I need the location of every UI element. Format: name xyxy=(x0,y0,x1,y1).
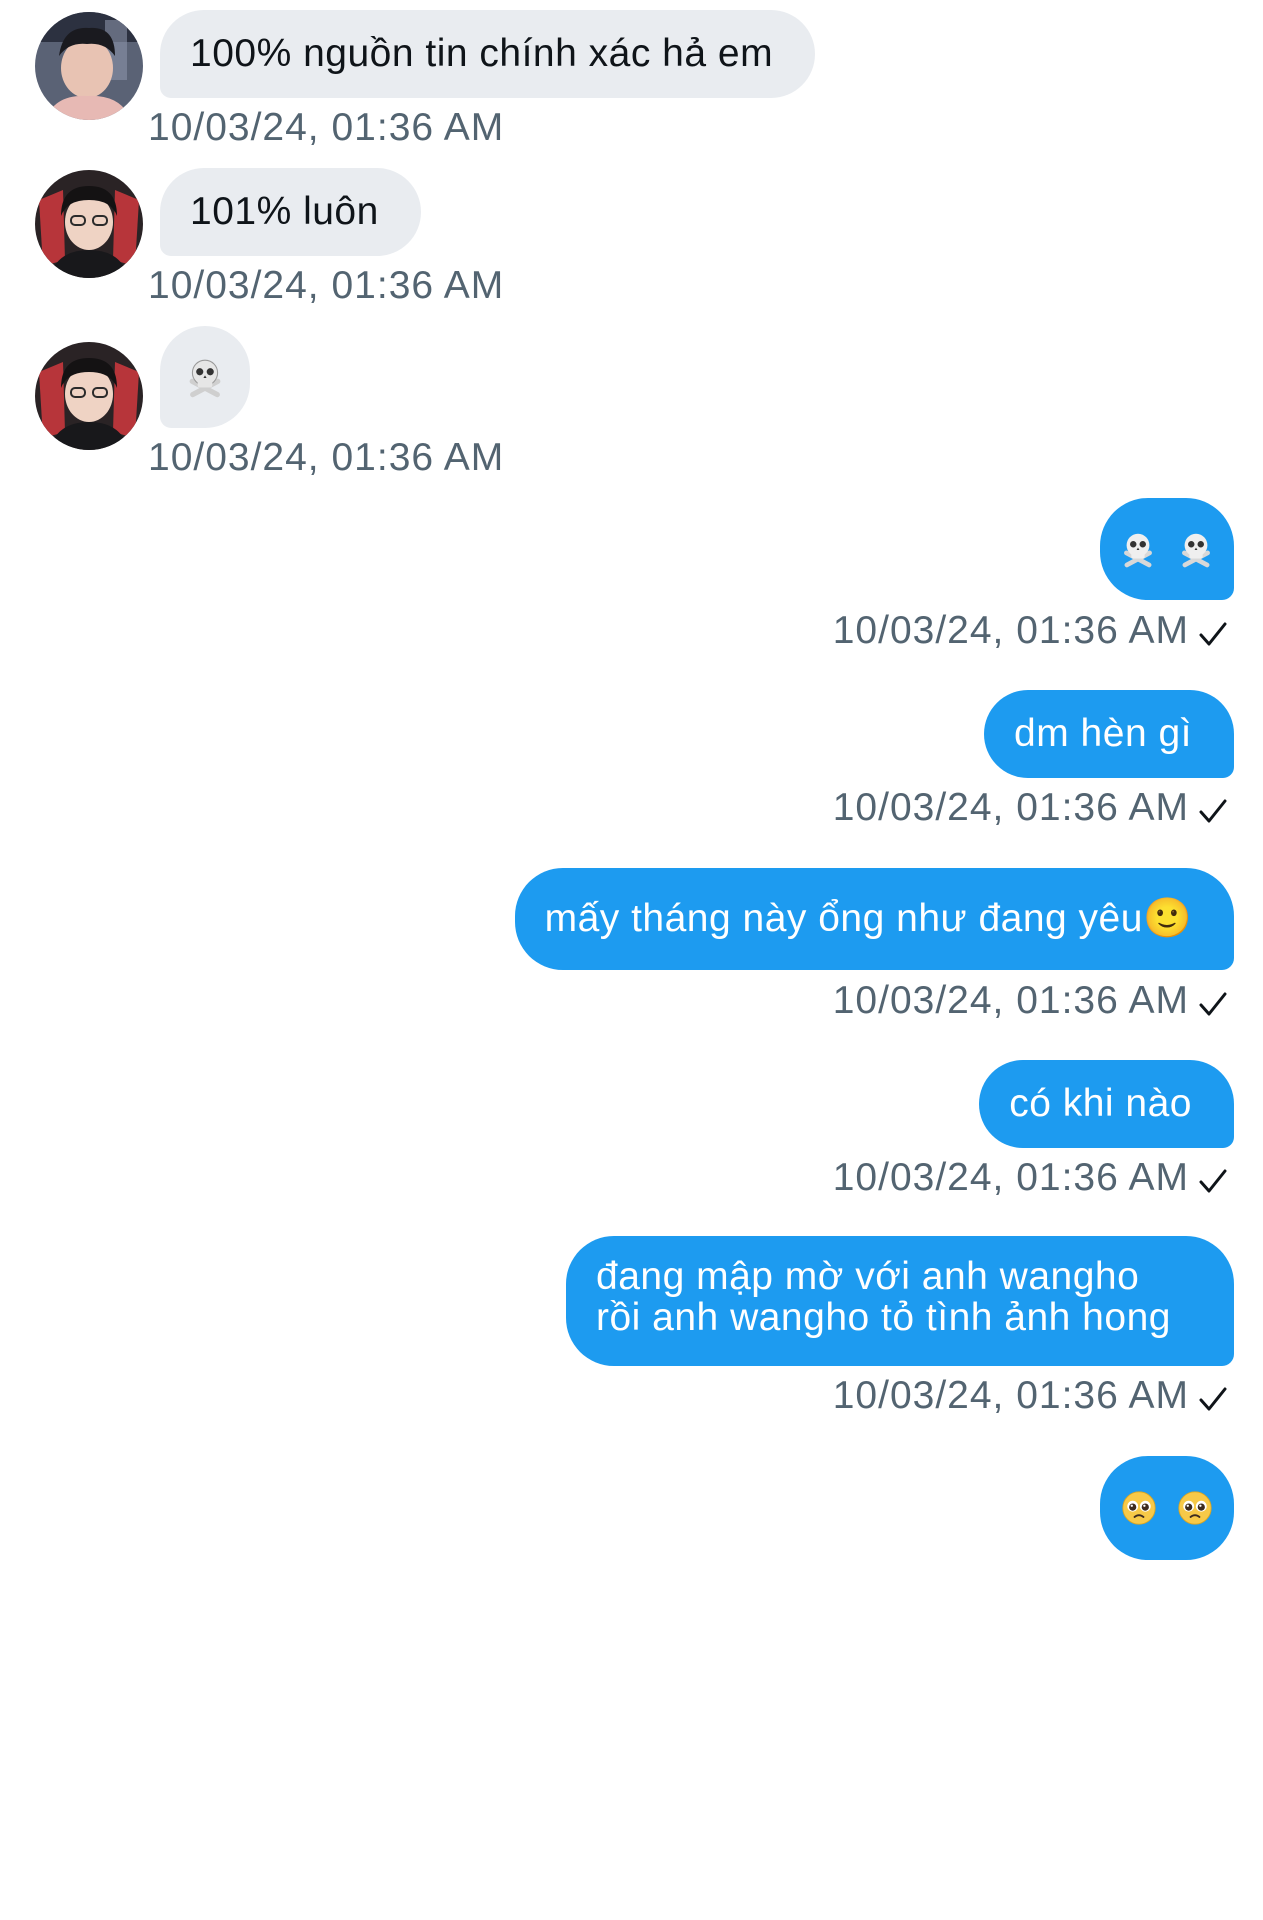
pleading-face-icon xyxy=(1122,1491,1156,1525)
checkmark-icon xyxy=(1199,1169,1227,1193)
skull-and-crossbones-icon xyxy=(1124,533,1152,568)
message-bubble-outgoing[interactable]: mấy tháng này ổng như đang yêu🙂 xyxy=(514,868,1234,970)
message-timestamp: 10/03/24, 01:36 AM xyxy=(148,106,505,149)
checkmark-icon xyxy=(1199,622,1227,646)
avatar-image xyxy=(35,12,143,120)
message-bubble-outgoing[interactable]: có khi nào xyxy=(979,1060,1234,1148)
message-timestamp: 10/03/24, 01:36 AM xyxy=(832,1156,1189,1199)
message-bubble-incoming[interactable] xyxy=(160,326,250,428)
message-bubble-outgoing[interactable] xyxy=(1100,1456,1234,1560)
checkmark-icon xyxy=(1199,1387,1227,1411)
skull-and-crossbones-icon xyxy=(1182,533,1210,568)
message-text: dm hèn gì xyxy=(1014,712,1192,755)
message-text: 101% luôn xyxy=(190,190,379,233)
message-timestamp: 10/03/24, 01:36 AM xyxy=(148,264,505,307)
message-text: đang mập mờ với anh wangho rồi anh wangh… xyxy=(596,1255,1171,1339)
message-bubble-outgoing[interactable] xyxy=(1100,498,1234,600)
checkmark-icon xyxy=(1199,799,1227,823)
message-bubble-outgoing[interactable]: dm hèn gì xyxy=(984,690,1234,778)
message-timestamp: 10/03/24, 01:36 AM xyxy=(832,1374,1189,1417)
message-timestamp: 10/03/24, 01:36 AM xyxy=(832,786,1189,829)
avatar-image xyxy=(35,170,143,278)
message-bubble-incoming[interactable]: 101% luôn xyxy=(160,168,421,256)
message-bubble-incoming[interactable]: 100% nguồn tin chính xác hả em xyxy=(160,10,816,98)
message-bubble-outgoing[interactable]: đang mập mờ với anh wangho rồi anh wangh… xyxy=(566,1236,1234,1366)
conversation-thread: 100% nguồn tin chính xác hả em 10/03/24,… xyxy=(0,0,1263,1920)
avatar[interactable] xyxy=(35,342,143,450)
message-timestamp: 10/03/24, 01:36 AM xyxy=(832,609,1189,652)
message-timestamp: 10/03/24, 01:36 AM xyxy=(832,979,1189,1022)
avatar[interactable] xyxy=(35,12,143,120)
avatar-image xyxy=(35,342,143,450)
avatar[interactable] xyxy=(35,170,143,278)
message-text: mấy tháng này ổng như đang yêu🙂 xyxy=(544,897,1192,940)
skull-and-crossbones-icon xyxy=(189,359,221,398)
pleading-face-icon xyxy=(1178,1491,1212,1525)
message-text: có khi nào xyxy=(1009,1082,1192,1125)
message-timestamp: 10/03/24, 01:36 AM xyxy=(148,436,505,479)
checkmark-icon xyxy=(1199,992,1227,1016)
message-text: 100% nguồn tin chính xác hả em xyxy=(190,32,774,75)
